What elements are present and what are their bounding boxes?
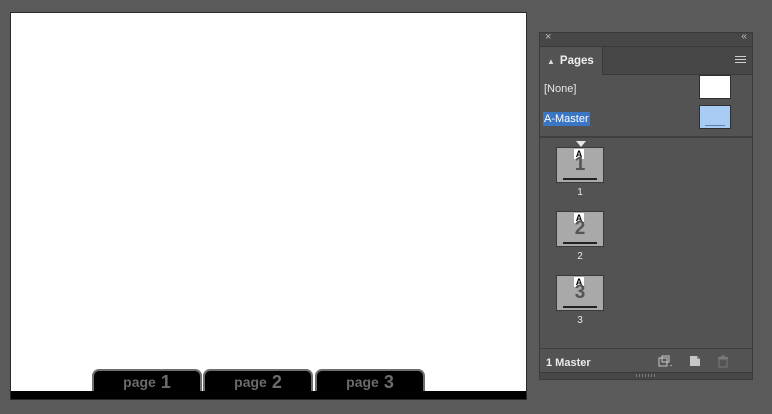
panel-divider[interactable]	[540, 136, 752, 138]
panel-resize-grip[interactable]	[540, 372, 752, 379]
panel-footer: 1 Master	[540, 348, 752, 375]
page-thumbnail[interactable]: A 2	[556, 211, 604, 247]
master-label: A-Master	[543, 112, 590, 126]
panel-menu-icon[interactable]	[735, 56, 746, 65]
document-canvas[interactable]: page 1 page 2 page 3	[10, 12, 527, 400]
tab-number: 2	[271, 371, 282, 392]
page-tab-3: page 3	[315, 369, 425, 393]
master-count-status: 1 Master	[546, 357, 591, 369]
tab-number: 1	[160, 371, 171, 392]
thumb-tab-strip	[563, 306, 597, 308]
panel-title: Pages	[559, 55, 594, 67]
thumb-number: 2	[574, 218, 586, 239]
page-tab-2: page 2	[203, 369, 313, 393]
thumb-tab-strip	[563, 242, 597, 244]
master-row-a-master[interactable]: A-Master	[540, 105, 752, 133]
master-thumbnail[interactable]	[699, 75, 731, 99]
tab-word: page	[346, 374, 379, 390]
panel-tab-row: ▲︎ Pages	[540, 47, 752, 75]
page-label: 3	[577, 315, 583, 326]
tab-word: page	[234, 374, 267, 390]
page-thumbnail[interactable]: A 1	[556, 147, 604, 183]
page-tab-1: page 1	[92, 369, 202, 393]
thumb-tab-strip	[563, 178, 597, 180]
collapse-icon[interactable]: ‹‹	[741, 31, 747, 42]
panel-title-bar[interactable]: × ‹‹	[540, 31, 752, 47]
page-label: 2	[577, 251, 583, 262]
new-page-icon[interactable]	[689, 355, 701, 370]
page-size-icon[interactable]	[658, 355, 674, 370]
page-item-3[interactable]: A 3 3	[556, 275, 606, 326]
close-icon[interactable]: ×	[545, 31, 551, 43]
master-row-none[interactable]: [None]	[540, 75, 752, 103]
page-thumbnail[interactable]: A 3	[556, 275, 604, 311]
trash-icon[interactable]	[717, 355, 729, 371]
page-label: 1	[577, 187, 583, 198]
tab-pages[interactable]: ▲︎ Pages	[540, 47, 603, 75]
thumb-number: 1	[574, 154, 586, 175]
master-thumbnail[interactable]	[699, 105, 731, 129]
page-item-2[interactable]: A 2 2	[556, 211, 606, 262]
pages-panel: × ‹‹ ▲︎ Pages [None] A-Master A 1 1 A 2 …	[539, 31, 753, 380]
updown-icon[interactable]: ▲︎	[547, 57, 555, 66]
master-label: [None]	[544, 83, 577, 95]
tab-word: page	[123, 374, 156, 390]
tab-number: 3	[383, 371, 394, 392]
thumb-number: 3	[574, 282, 586, 303]
page-item-1[interactable]: A 1 1	[556, 147, 606, 198]
tab-bar	[11, 391, 526, 399]
